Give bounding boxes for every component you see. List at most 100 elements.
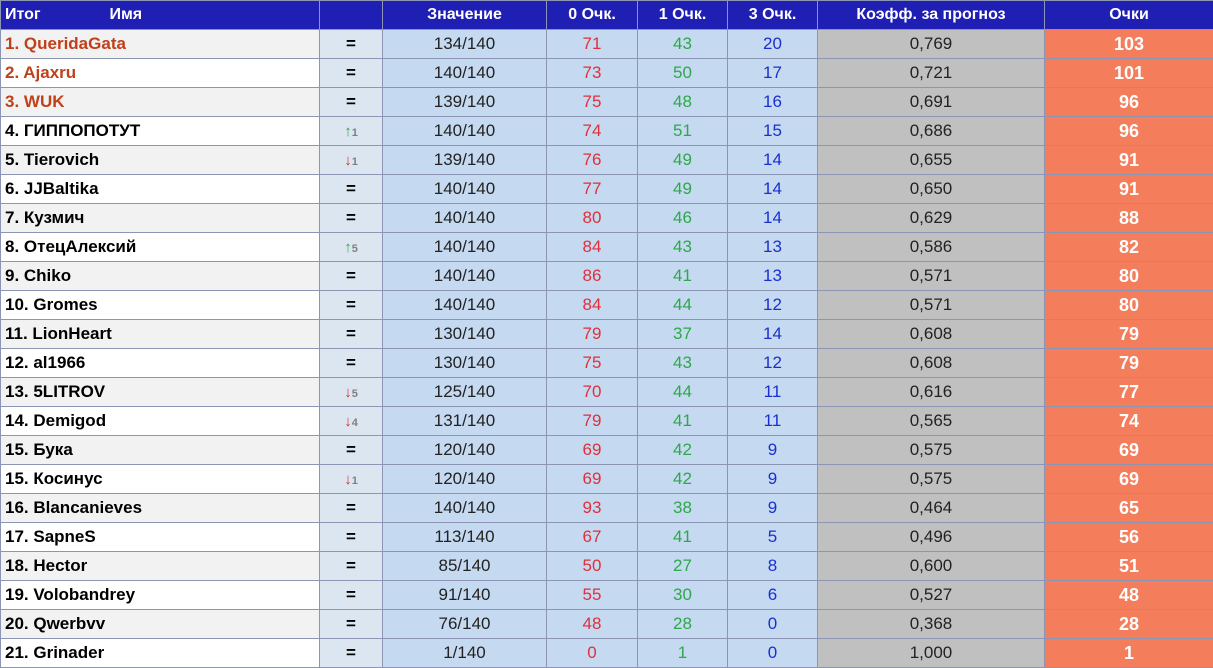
total-points-cell: 77 bbox=[1045, 378, 1213, 407]
rank-change: = bbox=[320, 59, 383, 88]
rank-change: ↓1 bbox=[320, 146, 383, 175]
zero-points-cell: 73 bbox=[547, 59, 638, 88]
total-points-cell: 80 bbox=[1045, 262, 1213, 291]
total-points-cell: 69 bbox=[1045, 465, 1213, 494]
table-row: 3. WUK=139/1407548160,69196 bbox=[1, 88, 1213, 117]
one-point-cell: 27 bbox=[638, 552, 728, 581]
one-point-cell: 41 bbox=[638, 523, 728, 552]
total-points-cell: 80 bbox=[1045, 291, 1213, 320]
zero-points-cell: 69 bbox=[547, 465, 638, 494]
coefficient-cell: 0,650 bbox=[818, 175, 1045, 204]
three-points-cell: 6 bbox=[728, 581, 818, 610]
value-cell: 139/140 bbox=[383, 146, 547, 175]
player-name: 11. LionHeart bbox=[1, 320, 320, 349]
zero-points-cell: 0 bbox=[547, 639, 638, 668]
one-point-cell: 43 bbox=[638, 30, 728, 59]
three-points-cell: 9 bbox=[728, 436, 818, 465]
one-point-cell: 44 bbox=[638, 378, 728, 407]
one-point-cell: 51 bbox=[638, 117, 728, 146]
zero-points-cell: 80 bbox=[547, 204, 638, 233]
rank-change: = bbox=[320, 581, 383, 610]
equal-icon: = bbox=[346, 34, 356, 53]
zero-points-cell: 50 bbox=[547, 552, 638, 581]
player-name: 19. Volobandrey bbox=[1, 581, 320, 610]
player-name: 17. SapneS bbox=[1, 523, 320, 552]
zero-points-cell: 70 bbox=[547, 378, 638, 407]
rank-delta: 5 bbox=[352, 243, 358, 255]
rank-change: = bbox=[320, 523, 383, 552]
rank-delta: 1 bbox=[352, 156, 358, 168]
rank-change: = bbox=[320, 320, 383, 349]
zero-points-cell: 79 bbox=[547, 320, 638, 349]
rank-change: ↓1 bbox=[320, 465, 383, 494]
player-name: 1. QueridaGata bbox=[1, 30, 320, 59]
table-row: 14. Demigod↓4131/1407941110,56574 bbox=[1, 407, 1213, 436]
three-points-cell: 17 bbox=[728, 59, 818, 88]
standings-table: Итог Имя Значение 0 Очк. 1 Очк. 3 Очк. К… bbox=[0, 0, 1213, 668]
value-cell: 120/140 bbox=[383, 436, 547, 465]
one-point-cell: 28 bbox=[638, 610, 728, 639]
table-row: 6. JJBaltika=140/1407749140,65091 bbox=[1, 175, 1213, 204]
rank-change: = bbox=[320, 494, 383, 523]
one-point-cell: 41 bbox=[638, 407, 728, 436]
player-name: 14. Demigod bbox=[1, 407, 320, 436]
one-point-cell: 49 bbox=[638, 146, 728, 175]
rank-change: ↑5 bbox=[320, 233, 383, 262]
coefficient-cell: 0,608 bbox=[818, 349, 1045, 378]
player-name: 15. Косинус bbox=[1, 465, 320, 494]
rank-delta: 1 bbox=[352, 475, 358, 487]
zero-points-cell: 93 bbox=[547, 494, 638, 523]
one-point-cell: 38 bbox=[638, 494, 728, 523]
table-row: 9. Chiko=140/1408641130,57180 bbox=[1, 262, 1213, 291]
three-points-cell: 14 bbox=[728, 146, 818, 175]
three-points-cell: 11 bbox=[728, 407, 818, 436]
zero-points-cell: 55 bbox=[547, 581, 638, 610]
value-cell: 113/140 bbox=[383, 523, 547, 552]
value-cell: 76/140 bbox=[383, 610, 547, 639]
coefficient-cell: 0,527 bbox=[818, 581, 1045, 610]
value-cell: 140/140 bbox=[383, 262, 547, 291]
one-point-cell: 42 bbox=[638, 465, 728, 494]
header-itog-name: Итог Имя bbox=[1, 1, 320, 30]
player-name: 3. WUK bbox=[1, 88, 320, 117]
table-row: 15. Бука=120/140694290,57569 bbox=[1, 436, 1213, 465]
value-cell: 140/140 bbox=[383, 204, 547, 233]
coefficient-cell: 0,608 bbox=[818, 320, 1045, 349]
total-points-cell: 88 bbox=[1045, 204, 1213, 233]
table-row: 18. Hector=85/140502780,60051 bbox=[1, 552, 1213, 581]
table-row: 2. Ajaxru=140/1407350170,721101 bbox=[1, 59, 1213, 88]
value-cell: 125/140 bbox=[383, 378, 547, 407]
value-cell: 120/140 bbox=[383, 465, 547, 494]
zero-points-cell: 84 bbox=[547, 233, 638, 262]
value-cell: 91/140 bbox=[383, 581, 547, 610]
zero-points-cell: 75 bbox=[547, 349, 638, 378]
equal-icon: = bbox=[346, 527, 356, 546]
header-row: Итог Имя Значение 0 Очк. 1 Очк. 3 Очк. К… bbox=[1, 1, 1213, 30]
arrow-down-icon: ↓ bbox=[344, 471, 352, 488]
three-points-cell: 13 bbox=[728, 262, 818, 291]
coefficient-cell: 0,691 bbox=[818, 88, 1045, 117]
table-row: 13. 5LITROV↓5125/1407044110,61677 bbox=[1, 378, 1213, 407]
zero-points-cell: 74 bbox=[547, 117, 638, 146]
total-points-cell: 69 bbox=[1045, 436, 1213, 465]
coefficient-cell: 0,496 bbox=[818, 523, 1045, 552]
player-name: 6. JJBaltika bbox=[1, 175, 320, 204]
coefficient-cell: 0,464 bbox=[818, 494, 1045, 523]
table-row: 12. al1966=130/1407543120,60879 bbox=[1, 349, 1213, 378]
value-cell: 140/140 bbox=[383, 117, 547, 146]
equal-icon: = bbox=[346, 353, 356, 372]
rank-delta: 4 bbox=[352, 417, 358, 429]
rank-change: = bbox=[320, 639, 383, 668]
value-cell: 1/140 bbox=[383, 639, 547, 668]
one-point-cell: 49 bbox=[638, 175, 728, 204]
equal-icon: = bbox=[346, 614, 356, 633]
value-cell: 139/140 bbox=[383, 88, 547, 117]
table-row: 4. ГИППОПОТУТ↑1140/1407451150,68696 bbox=[1, 117, 1213, 146]
one-point-cell: 37 bbox=[638, 320, 728, 349]
value-cell: 140/140 bbox=[383, 233, 547, 262]
rank-delta: 5 bbox=[352, 388, 358, 400]
total-points-cell: 96 bbox=[1045, 117, 1213, 146]
three-points-cell: 14 bbox=[728, 204, 818, 233]
zero-points-cell: 79 bbox=[547, 407, 638, 436]
total-points-cell: 101 bbox=[1045, 59, 1213, 88]
